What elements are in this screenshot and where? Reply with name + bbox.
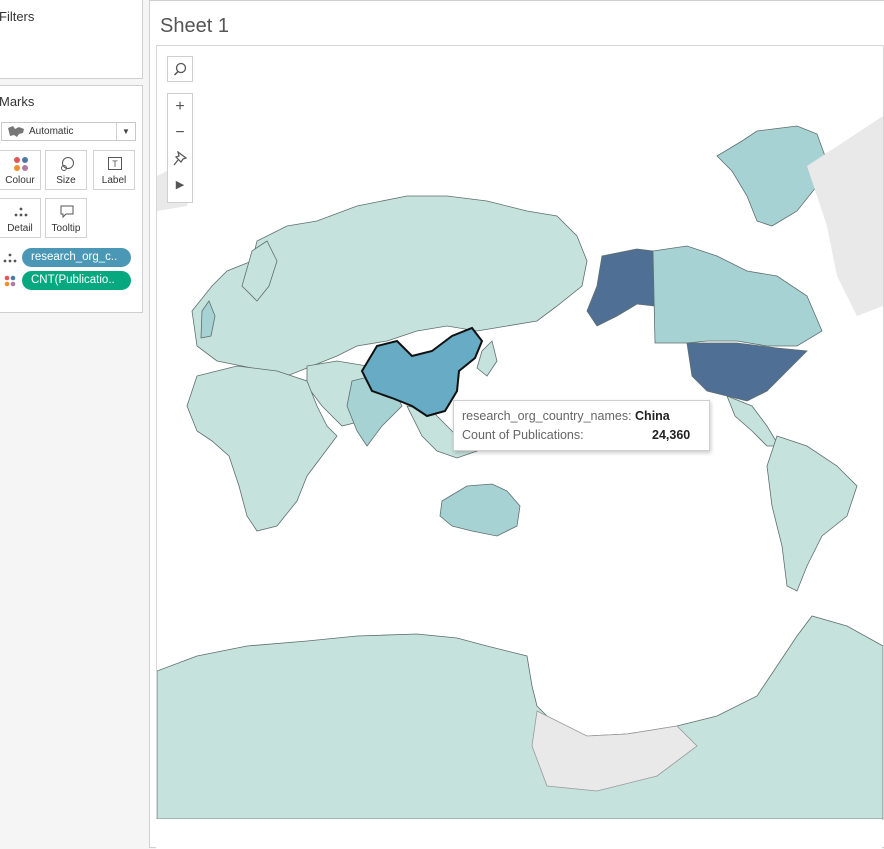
tooltip-button[interactable]: Tooltip — [45, 198, 87, 238]
svg-text:T: T — [112, 159, 118, 169]
colour-label: Colour — [5, 175, 35, 186]
detail-icon — [14, 207, 28, 217]
filters-panel: Filters — [0, 0, 143, 79]
colour-icon — [14, 157, 28, 171]
pill-count-publications[interactable]: CNT(Publicatio.. — [22, 271, 131, 290]
region-greenland — [716, 125, 826, 227]
pin-icon — [173, 150, 188, 166]
region-australia — [439, 483, 521, 537]
colour-icon — [4, 275, 16, 287]
size-label: Size — [56, 175, 76, 186]
mark-type-dropdown[interactable]: Automatic ▼ — [1, 122, 136, 141]
detail-icon — [3, 253, 17, 263]
tooltip-icon — [60, 205, 74, 219]
tooltip-field2-value: 24,360 — [652, 428, 691, 442]
map-toolbar: + − ▶ — [167, 93, 193, 203]
region-alaska — [586, 248, 656, 327]
region-antarctica — [157, 615, 883, 819]
label-button[interactable]: T Label — [93, 150, 135, 190]
tooltip-field1-label: research_org_country_names: — [462, 409, 632, 423]
region-usa — [686, 342, 808, 402]
zoom-in-button[interactable]: + — [168, 94, 192, 120]
marks-panel: Marks Automatic ▼ Colour Size T Label De… — [0, 85, 143, 313]
pill-research-org-country[interactable]: research_org_c.. — [22, 248, 131, 267]
sheet-bottom — [156, 819, 882, 849]
detail-label: Detail — [7, 223, 33, 234]
label-icon: T — [108, 157, 122, 170]
detail-button[interactable]: Detail — [0, 198, 41, 238]
size-icon — [61, 157, 74, 171]
mark-type-label: Automatic — [29, 126, 74, 137]
sheet-title: Sheet 1 — [160, 15, 229, 37]
region-central-america — [726, 395, 780, 447]
label-label: Label — [101, 175, 127, 186]
marks-title: Marks — [0, 94, 35, 109]
map-tooltip: research_org_country_names: China Count … — [453, 400, 710, 451]
region-canada — [652, 245, 823, 347]
search-icon — [173, 62, 187, 76]
map-search-button[interactable] — [167, 56, 193, 82]
map-mark-icon — [8, 126, 24, 137]
chevron-down-icon[interactable]: ▼ — [116, 123, 135, 140]
size-button[interactable]: Size — [45, 150, 87, 190]
colour-button[interactable]: Colour — [0, 150, 41, 190]
tooltip-field1-value: China — [635, 409, 670, 423]
pin-button[interactable] — [168, 146, 192, 172]
filters-title: Filters — [0, 9, 35, 24]
expand-toolbar-button[interactable]: ▶ — [168, 172, 192, 198]
tooltip-label: Tooltip — [51, 223, 81, 234]
zoom-out-button[interactable]: − — [168, 120, 192, 146]
tooltip-field2-label: Count of Publications: — [462, 428, 584, 442]
region-south-america — [766, 435, 858, 592]
